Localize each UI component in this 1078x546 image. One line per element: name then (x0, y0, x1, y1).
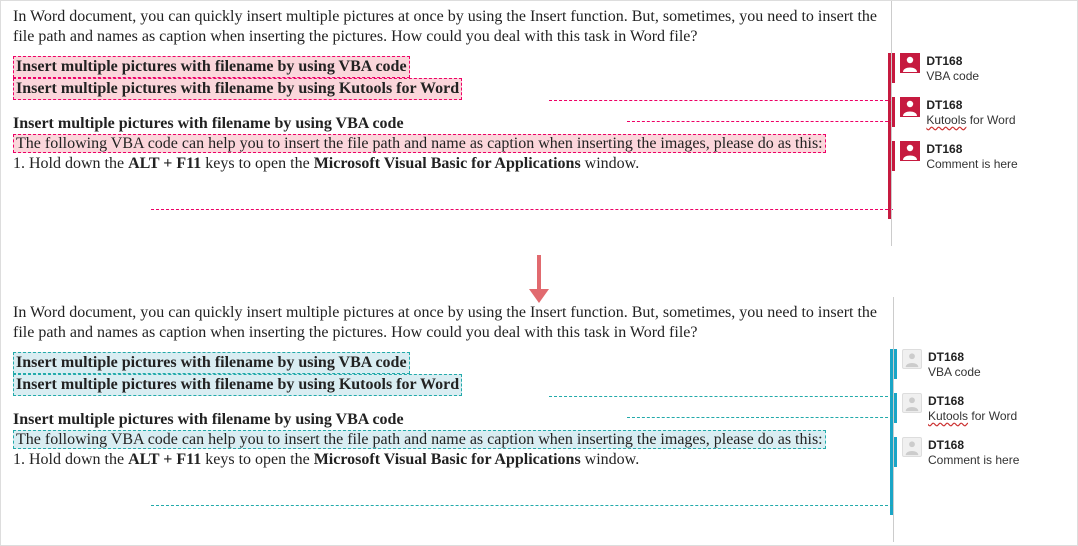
transition-arrow (1, 249, 1077, 299)
comment-item[interactable]: DT168 Kutools for Word (892, 93, 1077, 131)
toc-link-kutools[interactable]: Insert multiple pictures with filename b… (13, 374, 462, 396)
comment-bar (894, 393, 897, 423)
comment-author: DT168 (928, 438, 1075, 452)
comment-item[interactable]: DT168 Comment is here (892, 137, 1077, 175)
section-body: The following VBA code can help you to i… (13, 430, 826, 449)
toc-link-kutools[interactable]: Insert multiple pictures with filename b… (13, 78, 462, 100)
step1-mid: keys to open the (201, 451, 313, 468)
comment-text: Kutools for Word (926, 113, 1073, 127)
avatar-icon (902, 349, 922, 369)
section-heading: Insert multiple pictures with filename b… (13, 114, 883, 134)
avatar-icon (900, 53, 920, 73)
avatar-icon (902, 393, 922, 413)
comment-text: VBA code (928, 365, 1075, 379)
comment-author: DT168 (926, 142, 1073, 156)
toc-link-vba[interactable]: Insert multiple pictures with filename b… (13, 352, 410, 374)
connector-line (151, 209, 893, 210)
step1-keys: ALT + F11 (128, 451, 201, 468)
connector-line (549, 100, 893, 101)
comment-body: DT168 VBA code (926, 53, 1073, 83)
comment-pane-top: DT168 VBA code DT168 Kutools for Word DT… (891, 1, 1077, 246)
step1-app: Microsoft Visual Basic for Applications (314, 155, 581, 172)
comment-author: DT168 (926, 54, 1073, 68)
comment-body: DT168 Kutools for Word (926, 97, 1073, 127)
section-body: The following VBA code can help you to i… (13, 134, 826, 153)
comment-text: Comment is here (926, 157, 1073, 171)
comment-bar (894, 349, 897, 379)
comment-body: DT168 Comment is here (926, 141, 1073, 171)
avatar-icon (900, 141, 920, 161)
comment-body: DT168 Comment is here (928, 437, 1075, 467)
comment-bar (894, 437, 897, 467)
comment-body: DT168 VBA code (928, 349, 1075, 379)
comment-text: Comment is here (928, 453, 1075, 467)
comment-author: DT168 (926, 98, 1073, 112)
connector-line (151, 505, 893, 506)
comment-author: DT168 (928, 394, 1075, 408)
step1-prefix: 1. Hold down the (13, 451, 128, 468)
intro-paragraph: In Word document, you can quickly insert… (13, 303, 885, 342)
comment-author: DT168 (928, 350, 1075, 364)
toc-link-vba[interactable]: Insert multiple pictures with filename b… (13, 56, 410, 78)
section-heading: Insert multiple pictures with filename b… (13, 410, 885, 430)
doc-panel-after: In Word document, you can quickly insert… (1, 297, 1078, 542)
comment-text: VBA code (926, 69, 1073, 83)
step-1: 1. Hold down the ALT + F11 keys to open … (13, 154, 883, 174)
connector-line (627, 417, 893, 418)
intro-paragraph: In Word document, you can quickly insert… (13, 7, 883, 46)
step-1: 1. Hold down the ALT + F11 keys to open … (13, 450, 885, 470)
avatar-icon (900, 97, 920, 117)
connector-line (627, 121, 893, 122)
comment-item[interactable]: DT168 VBA code (894, 345, 1078, 383)
comment-item[interactable]: DT168 Comment is here (894, 433, 1078, 471)
step1-keys: ALT + F11 (128, 155, 201, 172)
document-area-top: In Word document, you can quickly insert… (1, 1, 891, 246)
comment-bar (892, 141, 895, 171)
comment-bar (892, 97, 895, 127)
step1-suffix: window. (581, 155, 640, 172)
comment-text: Kutools for Word (928, 409, 1075, 423)
step1-mid: keys to open the (201, 155, 313, 172)
avatar-icon (902, 437, 922, 457)
doc-panel-before: In Word document, you can quickly insert… (1, 1, 1077, 246)
comment-pane-bottom: DT168 VBA code DT168 Kutools for Word DT… (893, 297, 1078, 542)
step1-suffix: window. (581, 451, 640, 468)
document-area-bottom: In Word document, you can quickly insert… (1, 297, 893, 542)
comment-item[interactable]: DT168 VBA code (892, 49, 1077, 87)
arrow-down-icon (537, 255, 541, 293)
connector-line (549, 396, 893, 397)
step1-prefix: 1. Hold down the (13, 155, 128, 172)
comment-item[interactable]: DT168 Kutools for Word (894, 389, 1078, 427)
comment-body: DT168 Kutools for Word (928, 393, 1075, 423)
comment-bar (892, 53, 895, 83)
step1-app: Microsoft Visual Basic for Applications (314, 451, 581, 468)
